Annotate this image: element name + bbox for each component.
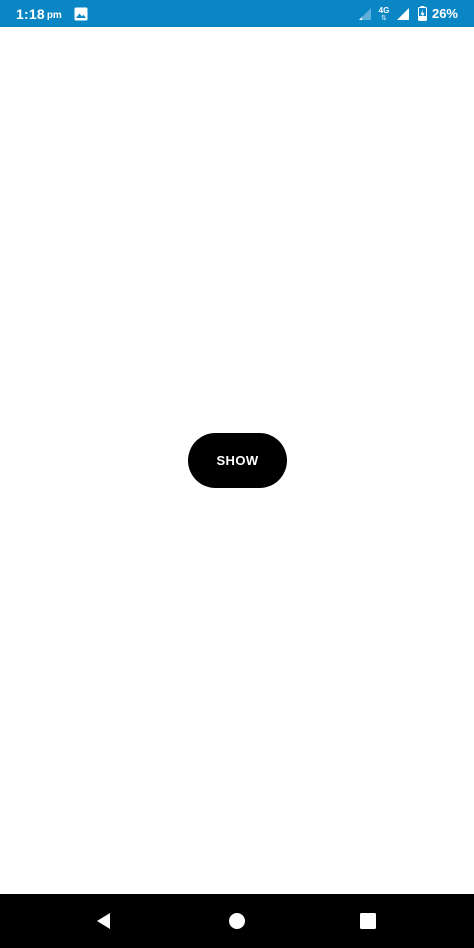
network-type-indicator: 4G ⇅ [378, 4, 390, 24]
recents-button[interactable] [338, 894, 398, 948]
data-activity-icon: ⇅ [381, 14, 387, 22]
recents-icon [360, 913, 376, 929]
show-button[interactable]: SHOW [188, 433, 287, 488]
clock-ampm: pm [46, 9, 62, 21]
battery-percent: 26% [431, 6, 458, 21]
wifi-signal-empty-icon [358, 7, 371, 20]
navigation-bar [0, 894, 474, 948]
network-type-label: 4G [378, 5, 390, 15]
clock-time: 1:18 [16, 5, 45, 22]
status-left: 1:18 pm [16, 0, 88, 27]
battery-charging-icon [417, 6, 427, 21]
home-button[interactable] [207, 894, 267, 948]
image-notification-icon [74, 7, 88, 21]
home-icon [229, 913, 245, 929]
back-icon [97, 913, 110, 929]
app-screen: 1:18 pm 4G ⇅ 26% SHOW [0, 0, 474, 948]
status-right: 4G ⇅ 26% [352, 0, 458, 27]
status-bar: 1:18 pm 4G ⇅ 26% [0, 0, 474, 27]
back-button[interactable] [74, 894, 134, 948]
cell-signal-icon [396, 7, 409, 20]
